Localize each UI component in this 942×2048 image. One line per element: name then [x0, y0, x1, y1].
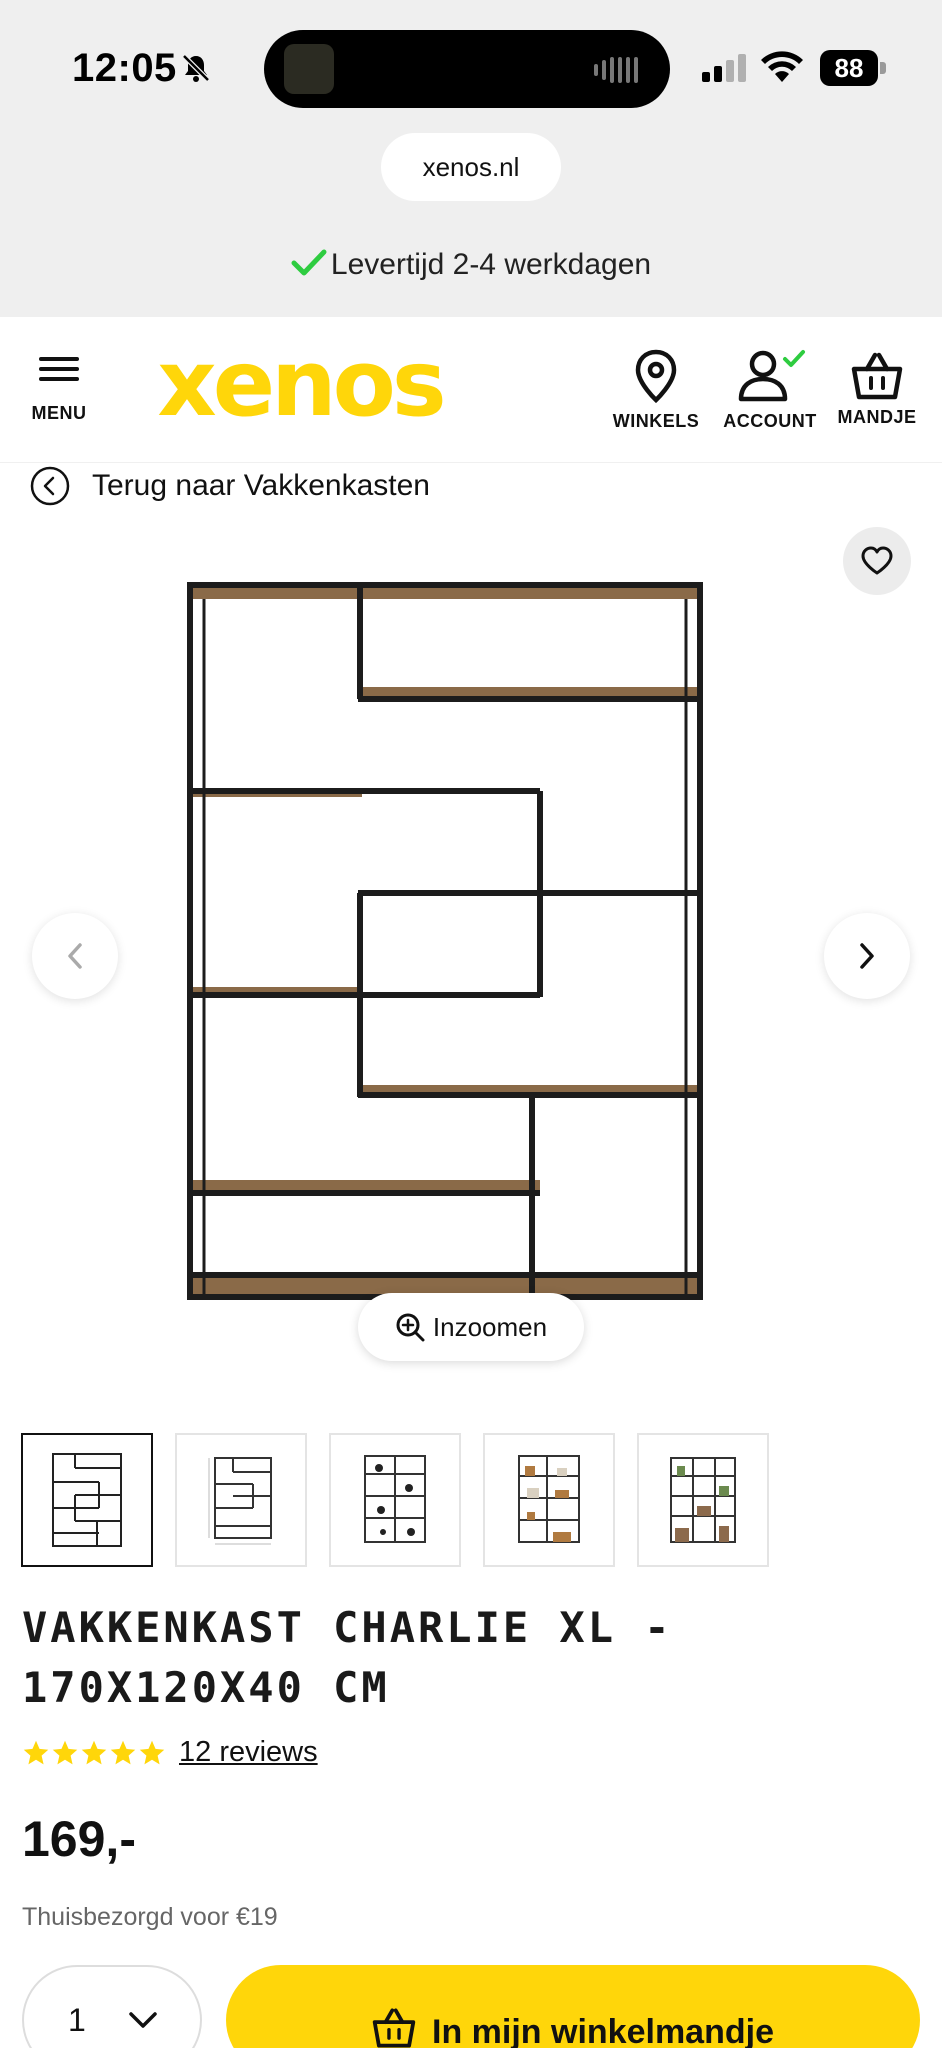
stores-button[interactable]: WINKELS [608, 349, 704, 432]
cart-header-button[interactable]: MANDJE [832, 351, 922, 428]
thumbnail-1[interactable] [21, 1433, 153, 1567]
chevron-left-circle-icon [30, 466, 70, 506]
star-icon [139, 1740, 165, 1764]
thumbnail-strip [21, 1433, 769, 1567]
product-image[interactable] [180, 575, 720, 1335]
browser-chrome: 12:05 88 xenos.nl Levertijd 2-4 werkdage… [0, 0, 942, 317]
chevron-left-icon [68, 943, 82, 969]
thumbnail-image [670, 1457, 736, 1543]
previous-image-button[interactable] [32, 913, 118, 999]
site-header: MENU xenos WINKELS ACCOUNT MANDJE [0, 317, 942, 463]
star-icon [52, 1740, 78, 1764]
account-button[interactable]: ACCOUNT [720, 349, 820, 432]
dynamic-island [264, 30, 670, 108]
reviews-link[interactable]: 12 reviews [179, 1736, 318, 1769]
thumbnail-image [52, 1453, 122, 1547]
bell-muted-icon [182, 54, 210, 82]
basket-icon [372, 2008, 416, 2048]
status-time: 12:05 [72, 46, 177, 90]
thumbnail-image [518, 1455, 580, 1543]
battery-level: 88 [820, 50, 878, 86]
favorite-button[interactable] [843, 527, 911, 595]
back-link[interactable]: Terug naar Vakkenkasten [30, 464, 430, 508]
chevron-right-icon [860, 943, 874, 969]
product-price: 169,- [22, 1811, 136, 1867]
product-rating[interactable]: 12 reviews [22, 1736, 318, 1769]
quantity-value: 1 [68, 2001, 86, 2038]
thumbnail-2[interactable] [175, 1433, 307, 1567]
basket-icon [851, 352, 903, 400]
back-link-label: Terug naar Vakkenkasten [92, 469, 430, 502]
heart-icon [861, 546, 893, 575]
add-to-cart-label: In mijn winkelmandje [432, 2013, 774, 2048]
battery-indicator: 88 [820, 50, 886, 86]
account-label: ACCOUNT [723, 411, 817, 431]
logo-text: xenos [157, 337, 442, 437]
user-check-icon [738, 350, 805, 402]
chevron-down-icon [129, 2012, 157, 2028]
xenos-logo[interactable]: xenos [150, 337, 450, 437]
thumbnail-4[interactable] [483, 1433, 615, 1567]
delivery-banner: Levertijd 2-4 werkdagen [0, 248, 942, 282]
star-icon [23, 1740, 49, 1764]
thumbnail-3[interactable] [329, 1433, 461, 1567]
product-title: VAKKENKAST CHARLIE XL - 170X120X40 CM [22, 1603, 673, 1712]
audio-bars-icon [594, 57, 638, 83]
add-to-cart-button[interactable]: In mijn winkelmandje [226, 1965, 920, 2048]
thumbnail-5[interactable] [637, 1433, 769, 1567]
wifi-icon [761, 51, 803, 82]
map-pin-icon [635, 349, 677, 403]
cellular-signal-icon [702, 54, 746, 82]
star-icon [110, 1740, 136, 1764]
zoom-in-icon [396, 1313, 425, 1342]
quantity-select[interactable]: 1 [22, 1965, 202, 2048]
thumbnail-image [208, 1457, 272, 1545]
zoom-label: Inzoomen [432, 1311, 548, 1342]
star-icon [81, 1740, 107, 1764]
zoom-button[interactable]: Inzoomen [358, 1293, 584, 1361]
battery-nub [880, 62, 886, 74]
stores-label: WINKELS [612, 411, 700, 431]
hamburger-icon [39, 357, 79, 381]
next-image-button[interactable] [824, 913, 910, 999]
shipping-cost: Thuisbezorgd voor €19 [22, 1903, 278, 1931]
cart-header-label: MANDJE [837, 407, 917, 427]
url-bar[interactable]: xenos.nl [381, 133, 561, 201]
delivery-text: Levertijd 2-4 werkdagen [330, 248, 652, 281]
menu-button[interactable]: MENU [24, 355, 94, 424]
menu-label: MENU [31, 403, 87, 423]
thumbnail-image [364, 1455, 426, 1543]
checkmark-icon [291, 249, 327, 276]
now-playing-app-icon [284, 44, 334, 94]
